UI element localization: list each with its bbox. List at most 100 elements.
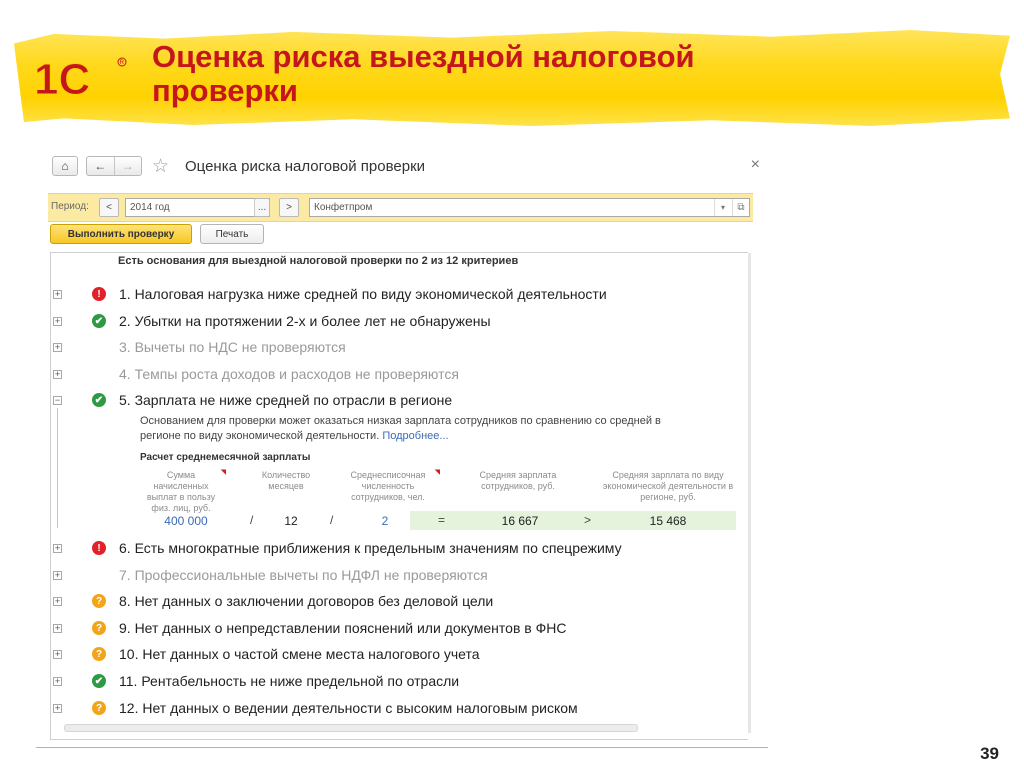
window-title: Оценка риска налоговой проверки: [185, 158, 426, 175]
favorite-star-icon[interactable]: ☆: [152, 155, 169, 178]
slide-title: Оценка риска выездной налоговой проверки: [152, 40, 792, 108]
calc-title: Расчет среднемесячной зарплаты: [140, 452, 311, 463]
divide-operator: /: [330, 513, 334, 527]
navigation-buttons: ← →: [86, 156, 142, 176]
expand-icon[interactable]: +: [53, 704, 62, 713]
criterion-row[interactable]: +? 8. Нет данных о заключении договоров б…: [48, 591, 748, 615]
expand-icon[interactable]: +: [53, 544, 62, 553]
equals-operator: =: [438, 513, 446, 527]
question-icon: ?: [92, 594, 106, 608]
slide-title-line-1: Оценка риска выездной налоговой: [152, 39, 695, 74]
tree-connector: [57, 408, 58, 528]
period-field[interactable]: 2014 год: [125, 198, 270, 217]
required-mark-icon: ◥: [220, 469, 226, 476]
expand-icon[interactable]: +: [53, 677, 62, 686]
check-icon: ✔: [92, 674, 106, 688]
criterion-text: 5. Зарплата не ниже средней по отрасли в…: [119, 392, 453, 408]
criterion-row[interactable]: +? 10. Нет данных о частой смене места на…: [48, 644, 748, 668]
open-link-icon[interactable]: ⧉: [732, 199, 749, 216]
criterion-row[interactable]: + ✔ 2. Убытки на протяжении 2-х и более ле…: [48, 311, 748, 335]
run-check-button[interactable]: Выполнить проверку: [50, 224, 192, 244]
criterion-row[interactable]: + ✔ 11. Рентабельность не ниже предельной …: [48, 671, 748, 695]
horizontal-scrollbar[interactable]: [64, 724, 638, 732]
close-icon[interactable]: ×: [751, 156, 760, 174]
months-value[interactable]: 12: [276, 514, 306, 528]
warning-icon: !: [92, 287, 106, 301]
period-panel: Период: < 2014 год ... > Конфетпром ▾ ⧉: [48, 193, 753, 222]
page-number: 39: [980, 744, 999, 763]
criterion-row[interactable]: +? 12. Нет данных о ведении деятельности …: [48, 698, 748, 722]
headcount-value[interactable]: 2: [370, 514, 400, 528]
salary-calc-row: 400 000 / 12 / 2 = 16 667 > 15 468: [140, 511, 740, 530]
criterion-text: 3. Вычеты по НДС не проверяются: [119, 339, 346, 355]
criterion-text: 9. Нет данных о непредставлении пояснени…: [119, 620, 567, 636]
criterion-explanation: Основанием для проверки может оказаться …: [140, 414, 680, 444]
expand-icon[interactable]: +: [53, 290, 62, 299]
organization-field[interactable]: Конфетпром ▾ ⧉: [309, 198, 750, 217]
criterion-row[interactable]: − ✔ 5. Зарплата не ниже средней по отрасли…: [48, 390, 748, 414]
criterion-row[interactable]: +? 9. Нет данных о непредставлении поясне…: [48, 618, 748, 642]
criterion-5-details: Основанием для проверки может оказаться …: [140, 414, 740, 530]
criterion-text: 2. Убытки на протяжении 2-х и более лет …: [119, 313, 491, 329]
svg-text:1С: 1С: [34, 56, 90, 100]
period-label: Период:: [51, 201, 89, 212]
collapse-icon[interactable]: −: [53, 396, 62, 405]
column-header-total-pay: Сумма начисленных выплат в пользу физ. л…: [146, 469, 226, 513]
criterion-text: 10. Нет данных о частой смене места нало…: [119, 646, 480, 662]
1c-logo: 1С R: [34, 56, 127, 100]
period-next-button[interactable]: >: [279, 198, 299, 217]
slide-title-line-2: проверки: [152, 73, 298, 108]
criterion-text: 7. Профессиональные вычеты по НДФЛ не пр…: [119, 567, 488, 583]
home-button[interactable]: ⌂: [52, 156, 78, 176]
tax-risk-window: ⌂ ← → ☆ Оценка риска налоговой проверки …: [48, 150, 768, 745]
expand-icon[interactable]: +: [53, 317, 62, 326]
period-prev-button[interactable]: <: [99, 198, 119, 217]
back-arrow-icon[interactable]: ←: [87, 157, 114, 175]
more-link[interactable]: Подробнее...: [382, 430, 448, 442]
expand-icon[interactable]: +: [53, 370, 62, 379]
column-header-region-avg: Средняя зарплата по виду экономической д…: [602, 470, 734, 502]
dropdown-arrow-icon[interactable]: ▾: [714, 199, 731, 216]
criterion-row[interactable]: +3. Вычеты по НДС не проверяются: [48, 337, 748, 361]
home-icon: ⌂: [61, 159, 69, 173]
column-header-avg-salary: Средняя зарплата сотрудников, руб.: [479, 470, 557, 491]
organization-value: Конфетпром: [314, 202, 373, 213]
divide-operator: /: [250, 513, 254, 527]
column-header-months: Количество месяцев: [261, 470, 311, 491]
expand-icon[interactable]: +: [53, 597, 62, 606]
criterion-text: 4. Темпы роста доходов и расходов не про…: [119, 366, 459, 382]
column-header-headcount: Среднесписочная численность сотрудников,…: [350, 469, 440, 502]
period-choose-button[interactable]: ...: [254, 198, 270, 217]
expand-icon[interactable]: +: [53, 624, 62, 633]
window-titlebar: ⌂ ← → ☆ Оценка риска налоговой проверки …: [48, 150, 768, 184]
criterion-row[interactable]: +! 1. Налоговая нагрузка ниже средней по …: [48, 284, 748, 308]
greater-than-operator: >: [584, 513, 592, 527]
criterion-text: 1. Налоговая нагрузка ниже средней по ви…: [119, 286, 607, 302]
criterion-text: 11. Рентабельность не ниже предельной по…: [119, 673, 460, 689]
criterion-row[interactable]: +! 6. Есть многократные приближения к пре…: [48, 538, 748, 562]
criterion-text: 12. Нет данных о ведении деятельности с …: [119, 700, 578, 716]
required-mark-icon: ◥: [434, 469, 440, 476]
expand-icon[interactable]: +: [53, 343, 62, 352]
check-summary: Есть основания для выездной налоговой пр…: [118, 255, 519, 267]
print-button[interactable]: Печать: [200, 224, 264, 244]
criterion-text: 8. Нет данных о заключении договоров без…: [119, 593, 494, 609]
total-pay-value[interactable]: 400 000: [156, 514, 216, 528]
footer-divider: [36, 747, 768, 748]
check-icon: ✔: [92, 393, 106, 407]
expand-icon[interactable]: +: [53, 571, 62, 580]
criterion-text: 6. Есть многократные приближения к преде…: [119, 540, 622, 556]
region-avg-value: 15 468: [649, 514, 687, 528]
question-icon: ?: [92, 701, 106, 715]
period-value: 2014 год: [130, 202, 170, 213]
expand-icon[interactable]: +: [53, 650, 62, 659]
check-icon: ✔: [92, 314, 106, 328]
question-icon: ?: [92, 621, 106, 635]
avg-salary-value: 16 667: [501, 514, 539, 528]
forward-arrow-icon[interactable]: →: [113, 157, 142, 175]
criterion-row[interactable]: +4. Темпы роста доходов и расходов не пр…: [48, 364, 748, 388]
vertical-scrollbar[interactable]: [748, 253, 751, 733]
svg-text:R: R: [120, 60, 125, 66]
criterion-row[interactable]: +7. Профессиональные вычеты по НДФЛ не п…: [48, 565, 748, 589]
question-icon: ?: [92, 647, 106, 661]
